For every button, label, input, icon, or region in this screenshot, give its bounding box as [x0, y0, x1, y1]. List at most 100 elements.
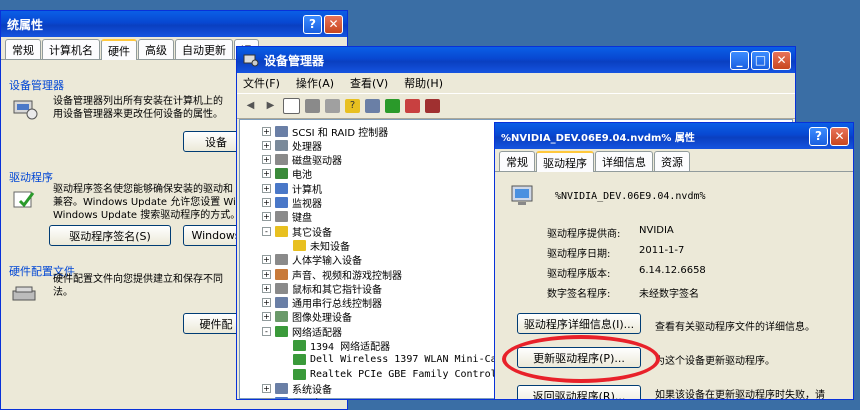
tab-resources[interactable]: 资源 [654, 151, 690, 171]
tree-node[interactable]: 1394 网络适配器 [280, 339, 390, 353]
device-category-icon [275, 139, 288, 151]
properties-titlebar[interactable]: %NVIDIA_DEV.06E9.04.nvdm% 属性 ? ✕ [495, 123, 853, 149]
hw-profiles-line2: 法。 [53, 287, 73, 298]
device-category-icon [275, 225, 288, 237]
expand-icon[interactable]: + [262, 140, 271, 150]
device-category-icon [275, 125, 288, 137]
collapse-icon[interactable]: - [262, 326, 271, 336]
tab-general[interactable]: 常规 [5, 39, 41, 59]
tree-node[interactable]: + 鼠标和其它指针设备 [262, 281, 382, 296]
hardware-profiles-icon [12, 286, 36, 301]
tree-node[interactable]: + 系统设备 [262, 381, 332, 396]
tree-node[interactable]: 未知设备 [280, 238, 350, 253]
tree-node[interactable]: Dell Wireless 1397 WLAN Mini-Card [280, 353, 509, 367]
tree-node[interactable]: + 声音、视频和游戏控制器 [262, 267, 402, 282]
menu-file[interactable]: 文件(F) [243, 75, 280, 91]
tree-node[interactable]: + 键盘 [262, 210, 312, 224]
properties-icon[interactable] [305, 99, 320, 113]
device-category-icon [293, 368, 306, 380]
tree-node[interactable]: + 通用串行总线控制器 [262, 296, 382, 310]
close-icon[interactable]: ✕ [772, 50, 791, 70]
uninstall-device-icon[interactable] [425, 99, 440, 113]
tree-node-label: SCSI 和 RAID 控制器 [292, 127, 389, 139]
expand-icon[interactable]: + [262, 298, 271, 308]
tab-auto-update[interactable]: 自动更新 [175, 39, 233, 59]
driver-property-value: 6.14.12.6658 [639, 265, 706, 276]
tree-node[interactable]: + 人体学输入设备 [262, 253, 362, 267]
tab-advanced[interactable]: 高级 [138, 39, 174, 59]
help-book-icon[interactable]: ? [345, 99, 360, 113]
window-title: 统属性 [7, 17, 44, 32]
tree-node[interactable]: + 监视器 [262, 196, 322, 210]
system-properties-titlebar[interactable]: 统属性 ? ✕ [1, 11, 347, 37]
tree-node[interactable]: + 磁盘驱动器 [262, 153, 342, 167]
tree-node-label: 系统设备 [292, 384, 332, 396]
collapse-icon[interactable]: - [262, 226, 271, 236]
driver-property-label: 驱动程序版本: [547, 269, 611, 280]
menu-action[interactable]: 操作(A) [296, 75, 334, 91]
update-driver-icon[interactable] [385, 99, 400, 113]
rollback-driver-button[interactable]: 返回驱动程序(R)... [517, 385, 641, 399]
expand-icon[interactable]: + [262, 269, 271, 279]
minimize-icon[interactable]: _ [730, 50, 749, 70]
tab-driver[interactable]: 驱动程序 [536, 151, 594, 172]
expand-icon[interactable]: + [262, 155, 271, 165]
device-category-icon [275, 154, 288, 166]
menu-help[interactable]: 帮助(H) [404, 75, 443, 91]
update-driver-description: 为这个设备更新驱动程序。 [655, 356, 775, 367]
tab-computer-name[interactable]: 计算机名 [42, 39, 100, 59]
tree-node[interactable]: Realtek PCIe GBE Family Controller [280, 367, 515, 381]
tree-node-label: 磁盘驱动器 [292, 156, 342, 168]
tree-node[interactable]: + 图像处理设备 [262, 310, 352, 324]
tree-node[interactable]: +显示卡 [262, 396, 322, 399]
close-icon[interactable]: ✕ [324, 14, 343, 34]
print-icon[interactable] [325, 99, 340, 113]
driver-property-label: 驱动程序提供商: [547, 229, 621, 240]
device-category-icon [275, 268, 288, 280]
tree-node[interactable]: - 其它设备 [262, 224, 332, 239]
driver-signing-icon [13, 191, 35, 208]
tab-hardware[interactable]: 硬件 [101, 39, 137, 60]
driver-details-button[interactable]: 驱动程序详细信息(I)... [517, 313, 641, 334]
tree-node[interactable]: - 网络适配器 [262, 324, 342, 339]
tree-node[interactable]: + 处理器 [262, 138, 322, 153]
driver-signing-button[interactable]: 驱动程序签名(S) [49, 225, 171, 246]
tree-node-label: 网络适配器 [292, 327, 342, 339]
tree-node-label: 人体学输入设备 [292, 256, 362, 268]
help-icon[interactable]: ? [303, 14, 322, 34]
display-adapter-icon [511, 185, 533, 205]
tab-details[interactable]: 详细信息 [595, 151, 653, 171]
forward-arrow-icon[interactable]: ▶ [263, 99, 278, 113]
expand-icon[interactable]: + [262, 212, 271, 222]
expand-icon[interactable]: + [262, 283, 271, 293]
expand-icon[interactable]: + [262, 255, 271, 265]
scan-hardware-icon[interactable] [365, 99, 380, 113]
maximize-icon[interactable]: □ [751, 50, 770, 70]
tree-node-label: 键盘 [292, 213, 312, 225]
drivers-line3: Windows Update 搜索驱动程序的方式。 [53, 210, 241, 221]
drivers-line1: 驱动程序签名使您能够确保安装的驱动和 [53, 184, 233, 195]
help-icon[interactable]: ? [809, 126, 828, 146]
expand-icon[interactable]: + [262, 183, 271, 193]
tree-node-label: 声音、视频和游戏控制器 [292, 270, 402, 282]
device-category-icon [275, 197, 288, 208]
tree-node[interactable]: + 计算机 [262, 181, 322, 196]
expand-icon[interactable]: + [262, 312, 271, 322]
driver-property-value: 未经数字签名 [639, 289, 699, 300]
menu-view[interactable]: 查看(V) [350, 75, 388, 91]
tree-node-label: 1394 网络适配器 [310, 342, 391, 353]
console-tree-icon[interactable] [283, 98, 300, 114]
driver-details-description: 查看有关驱动程序文件的详细信息。 [655, 322, 815, 333]
tab-general[interactable]: 常规 [499, 151, 535, 171]
expand-icon[interactable]: + [262, 198, 271, 207]
device-manager-titlebar[interactable]: 设备管理器 _ □ ✕ [237, 47, 795, 73]
tree-node-label: 处理器 [292, 141, 322, 153]
back-arrow-icon[interactable]: ◀ [243, 99, 258, 113]
expand-icon[interactable]: + [262, 126, 271, 136]
disable-device-icon[interactable] [405, 99, 420, 113]
expand-icon[interactable]: + [262, 383, 271, 393]
tree-node[interactable]: + 电池 [262, 167, 312, 181]
tree-node[interactable]: + SCSI 和 RAID 控制器 [262, 124, 389, 139]
expand-icon[interactable]: + [262, 169, 271, 179]
close-icon[interactable]: ✕ [830, 126, 849, 146]
